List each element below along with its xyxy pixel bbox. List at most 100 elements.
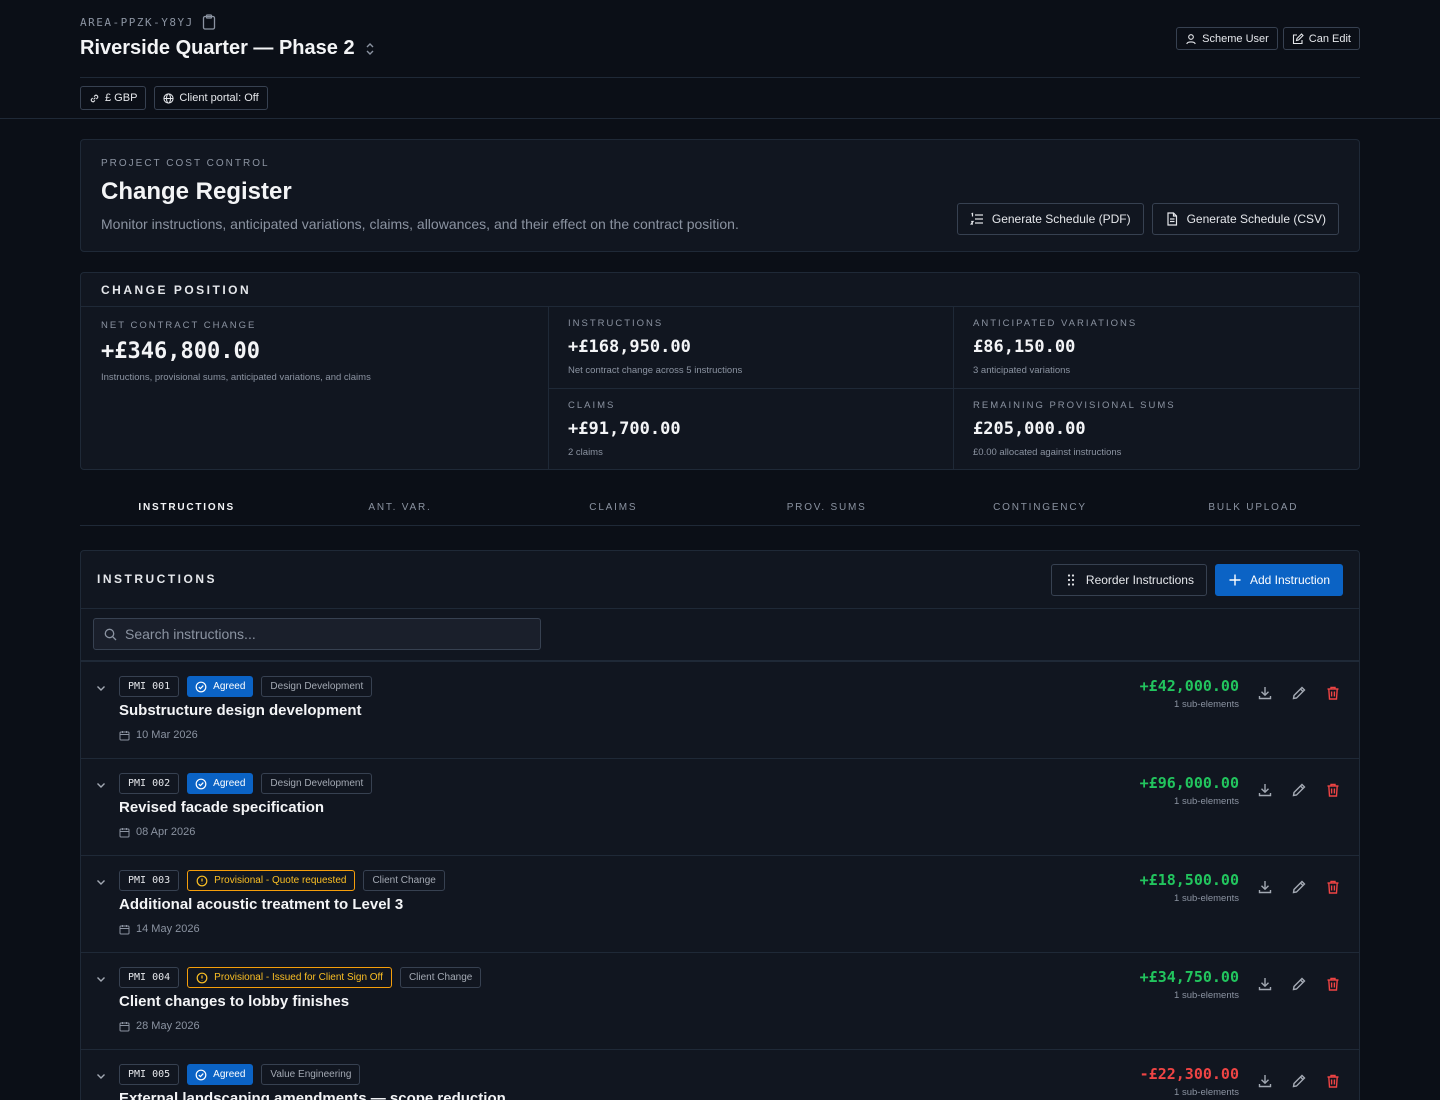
instruction-title[interactable]: External landscaping amendments — scope … bbox=[119, 1090, 506, 1100]
instruction-amount: +£42,000.00 bbox=[1139, 677, 1239, 695]
drag-handle-icon bbox=[1067, 574, 1075, 586]
net-contract-change-stat: NET CONTRACT CHANGE +£346,800.00 Instruc… bbox=[101, 320, 371, 383]
clipboard-icon[interactable] bbox=[202, 14, 216, 30]
add-instruction-label: Add Instruction bbox=[1249, 573, 1330, 587]
chevron-down-icon[interactable] bbox=[95, 1070, 107, 1082]
instruction-date-text: 28 May 2026 bbox=[136, 1020, 200, 1032]
change-position-title: CHANGE POSITION bbox=[101, 283, 252, 297]
tab-instructions[interactable]: INSTRUCTIONS bbox=[80, 490, 293, 525]
status-badge: Agreed bbox=[187, 1064, 254, 1085]
stat-label: CLAIMS bbox=[568, 400, 616, 411]
sub-elements-count: 1 sub-elements bbox=[1174, 1087, 1239, 1098]
stat-label: NET CONTRACT CHANGE bbox=[101, 320, 257, 331]
instruction-date: 10 Mar 2026 bbox=[119, 729, 198, 741]
trash-icon[interactable] bbox=[1325, 782, 1341, 798]
stat-label: REMAINING PROVISIONAL SUMS bbox=[973, 400, 1176, 411]
tab-anticipated-variations[interactable]: ANT. VAR. bbox=[293, 490, 506, 525]
chevron-down-icon[interactable] bbox=[95, 876, 107, 888]
chevron-down-icon[interactable] bbox=[95, 973, 107, 985]
client-portal-chip[interactable]: Client portal: Off bbox=[154, 86, 268, 110]
pencil-icon[interactable] bbox=[1291, 782, 1307, 798]
status-badge-label: Agreed bbox=[213, 778, 246, 789]
trash-icon[interactable] bbox=[1325, 976, 1341, 992]
pencil-icon[interactable] bbox=[1291, 879, 1307, 895]
category-badge: Client Change bbox=[363, 870, 445, 891]
calendar-icon bbox=[119, 924, 130, 934]
claims-stat: CLAIMS +£91,700.00 2 claims bbox=[568, 400, 681, 458]
link-icon bbox=[90, 94, 99, 102]
sub-elements-count: 1 sub-elements bbox=[1174, 990, 1239, 1001]
check-circle-icon bbox=[195, 778, 207, 789]
tab-bulk-upload[interactable]: BULK UPLOAD bbox=[1147, 490, 1360, 525]
download-icon[interactable] bbox=[1257, 1073, 1273, 1089]
stat-label: INSTRUCTIONS bbox=[568, 318, 664, 329]
header-divider bbox=[80, 77, 1360, 78]
instruction-title[interactable]: Substructure design development bbox=[119, 702, 362, 719]
search-icon bbox=[104, 628, 117, 640]
edit-square-icon bbox=[1292, 32, 1304, 44]
chevron-down-icon[interactable] bbox=[95, 779, 107, 791]
position-row-divider bbox=[548, 388, 1359, 389]
search-input[interactable] bbox=[125, 626, 525, 642]
instruction-title[interactable]: Revised facade specification bbox=[119, 799, 324, 816]
instruction-title[interactable]: Client changes to lobby finishes bbox=[119, 993, 349, 1010]
instruction-row[interactable]: PMI 005 Agreed Value Engineering External l… bbox=[81, 1050, 1359, 1100]
anticipated-variations-stat: ANTICIPATED VARIATIONS £86,150.00 3 anti… bbox=[973, 318, 1137, 376]
currency-chip[interactable]: £ GBP bbox=[80, 86, 147, 110]
pencil-icon[interactable] bbox=[1291, 1073, 1307, 1089]
instruction-row[interactable]: PMI 002 Agreed Design Development Revised f… bbox=[81, 759, 1359, 856]
generate-csv-label: Generate Schedule (CSV) bbox=[1186, 212, 1326, 226]
sub-elements-count: 1 sub-elements bbox=[1174, 796, 1239, 807]
instruction-row[interactable]: PMI 001 Agreed Design Development Substruct… bbox=[81, 662, 1359, 759]
status-badge-label: Agreed bbox=[213, 1069, 246, 1080]
instruction-code: PMI 003 bbox=[119, 870, 180, 891]
pencil-icon[interactable] bbox=[1291, 976, 1307, 992]
stat-value: +£168,950.00 bbox=[568, 337, 691, 357]
stat-note: 2 claims bbox=[568, 447, 603, 458]
pencil-icon[interactable] bbox=[1291, 685, 1307, 701]
project-switcher[interactable]: Riverside Quarter — Phase 2 bbox=[80, 37, 375, 60]
register-tabs: INSTRUCTIONS ANT. VAR. CLAIMS PROV. SUMS… bbox=[80, 490, 1360, 526]
instruction-code: PMI 001 bbox=[119, 676, 180, 697]
download-icon[interactable] bbox=[1257, 685, 1273, 701]
scheme-user-button[interactable]: Scheme User bbox=[1176, 27, 1278, 50]
download-icon[interactable] bbox=[1257, 782, 1273, 798]
plus-icon bbox=[1229, 574, 1241, 586]
instruction-row[interactable]: PMI 004 Provisional - Issued for Client S… bbox=[81, 953, 1359, 1050]
instruction-code: PMI 005 bbox=[119, 1064, 180, 1085]
tab-contingency[interactable]: CONTINGENCY bbox=[933, 490, 1146, 525]
generate-csv-button[interactable]: Generate Schedule (CSV) bbox=[1151, 203, 1339, 235]
reorder-instructions-button[interactable]: Reorder Instructions bbox=[1050, 564, 1207, 596]
add-instruction-button[interactable]: Add Instruction bbox=[1214, 564, 1343, 596]
instructions-panel: INSTRUCTIONS Reorder Instructions Add In… bbox=[80, 550, 1360, 1100]
scheme-user-label: Scheme User bbox=[1202, 32, 1269, 45]
download-icon[interactable] bbox=[1257, 976, 1273, 992]
instruction-date: 14 May 2026 bbox=[119, 923, 200, 935]
tab-claims[interactable]: CLAIMS bbox=[507, 490, 720, 525]
download-icon[interactable] bbox=[1257, 879, 1273, 895]
generate-pdf-label: Generate Schedule (PDF) bbox=[991, 212, 1131, 226]
stat-value: £86,150.00 bbox=[973, 337, 1076, 357]
chevron-down-icon[interactable] bbox=[95, 682, 107, 694]
trash-icon[interactable] bbox=[1325, 879, 1341, 895]
instruction-amount: +£34,750.00 bbox=[1139, 968, 1239, 986]
status-badge: Agreed bbox=[187, 676, 254, 697]
status-badge: Provisional - Quote requested bbox=[187, 870, 356, 891]
file-text-icon bbox=[1166, 212, 1177, 226]
instruction-row[interactable]: PMI 003 Provisional - Quote requested Clie… bbox=[81, 856, 1359, 953]
instruction-date: 08 Apr 2026 bbox=[119, 826, 195, 838]
category-badge: Design Development bbox=[261, 676, 373, 697]
page-title: Change Register bbox=[101, 178, 292, 205]
trash-icon[interactable] bbox=[1325, 685, 1341, 701]
trash-icon[interactable] bbox=[1325, 1073, 1341, 1089]
can-edit-button[interactable]: Can Edit bbox=[1282, 27, 1360, 50]
project-title: Riverside Quarter — Phase 2 bbox=[80, 37, 355, 59]
instruction-date-text: 14 May 2026 bbox=[136, 923, 200, 935]
remaining-provisional-sums-stat: REMAINING PROVISIONAL SUMS £205,000.00 £… bbox=[973, 400, 1176, 458]
globe-icon bbox=[163, 92, 174, 104]
category-badge: Client Change bbox=[399, 967, 482, 988]
stat-note: Net contract change across 5 instruction… bbox=[568, 365, 743, 376]
generate-pdf-button[interactable]: Generate Schedule (PDF) bbox=[956, 203, 1144, 235]
tab-provisional-sums[interactable]: PROV. SUMS bbox=[720, 490, 933, 525]
instruction-title[interactable]: Additional acoustic treatment to Level 3 bbox=[119, 896, 403, 913]
